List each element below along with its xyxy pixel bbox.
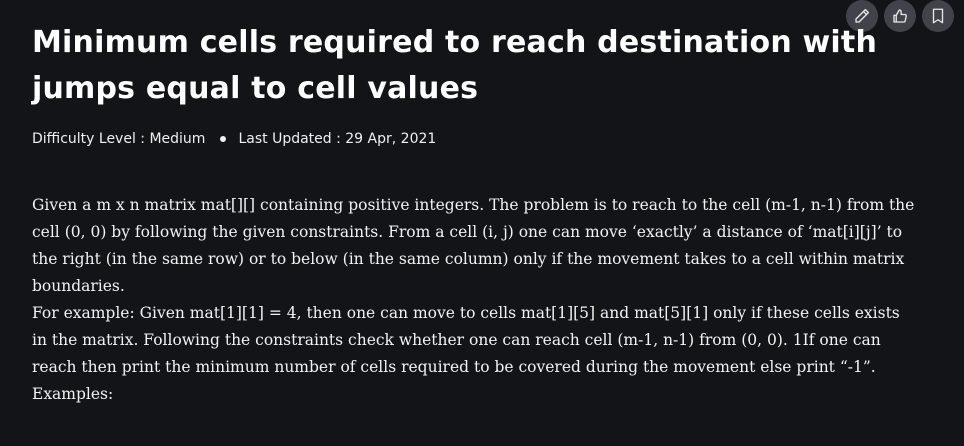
- examples-heading: Examples:: [32, 385, 114, 403]
- last-updated: Last Updated : 29 Apr, 2021: [238, 131, 437, 147]
- bookmark-icon: [932, 8, 944, 24]
- difficulty-level: Difficulty Level : Medium: [32, 131, 206, 147]
- article-meta: Difficulty Level : Medium Last Updated :…: [32, 129, 436, 149]
- problem-statement: Given a m x n matrix mat[][] containing …: [32, 196, 915, 295]
- article-body: Given a m x n matrix mat[][] containing …: [32, 192, 917, 408]
- separator-dot: [220, 136, 227, 142]
- example-description: For example: Given mat[1][1] = 4, then o…: [32, 304, 900, 376]
- bookmark-button[interactable]: [922, 0, 954, 32]
- article-title: Minimum cells required to reach destinat…: [32, 25, 878, 106]
